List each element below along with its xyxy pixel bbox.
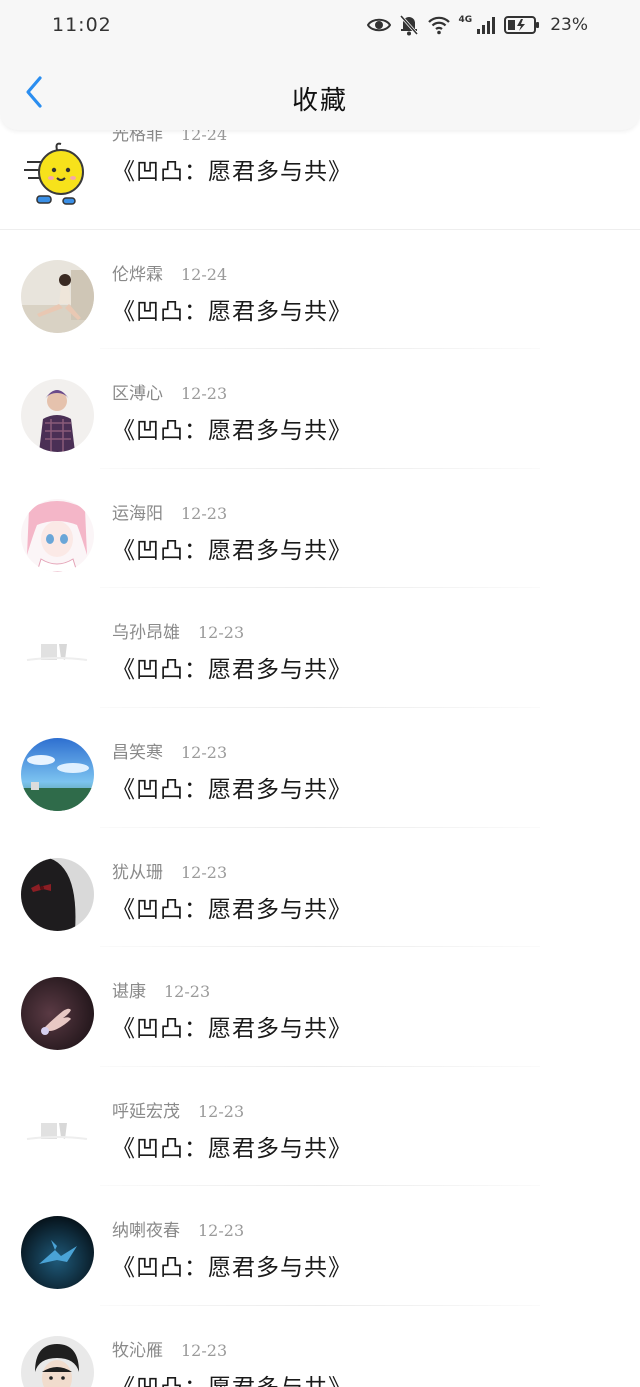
status-icons: 4G 23% xyxy=(366,12,588,38)
item-meta: 运海阳 12-23 xyxy=(112,499,227,524)
item-date: 12-23 xyxy=(181,742,228,762)
item-meta: 纳喇夜春 12-23 xyxy=(112,1216,244,1241)
avatar[interactable] xyxy=(21,857,94,931)
item-title[interactable]: 《凹凸：愿君多与共》 xyxy=(112,890,352,924)
item-title[interactable]: 《凹凸：愿君多与共》 xyxy=(112,1248,352,1282)
item-title[interactable]: 《凹凸：愿君多与共》 xyxy=(112,770,352,804)
item-title[interactable]: 《凹凸：愿君多与共》 xyxy=(112,411,352,445)
item-meta: 谌康 12-23 xyxy=(112,977,210,1002)
list-item[interactable]: 昌笑寒 12-23 《凹凸：愿君多与共》 xyxy=(0,708,640,828)
avatar[interactable] xyxy=(21,259,94,333)
status-time: 11:02 xyxy=(52,14,112,36)
battery-icon xyxy=(504,15,540,35)
list-item[interactable]: 运海阳 12-23 《凹凸：愿君多与共》 xyxy=(0,469,640,589)
list-item[interactable]: 谌康 12-23 《凹凸：愿君多与共》 xyxy=(0,947,640,1067)
author-name: 纳喇夜春 xyxy=(112,1221,180,1242)
item-title[interactable]: 《凹凸：愿君多与共》 xyxy=(112,650,352,684)
signal-icon xyxy=(476,15,496,35)
list-item[interactable]: 纳喇夜春 12-23 《凹凸：愿君多与共》 xyxy=(0,1186,640,1306)
bell-off-icon xyxy=(399,14,419,36)
item-meta: 昌笑寒 12-23 xyxy=(112,738,227,763)
eye-icon xyxy=(366,16,391,34)
item-meta: 乌孙昂雄 12-23 xyxy=(112,618,244,643)
avatar[interactable] xyxy=(21,618,94,692)
author-name: 谌康 xyxy=(112,982,146,1003)
author-name: 区溥心 xyxy=(112,384,163,405)
top-bar: 11:02 4G 23% 收藏 xyxy=(0,0,640,130)
network-type: 4G xyxy=(458,15,473,25)
author-name: 乌孙昂雄 xyxy=(112,623,180,644)
author-name: 伦烨霖 xyxy=(112,264,163,285)
avatar[interactable] xyxy=(21,498,94,572)
avatar[interactable] xyxy=(21,1216,94,1290)
item-meta: 伦烨霖 12-24 xyxy=(112,260,227,285)
avatar[interactable] xyxy=(21,1335,94,1387)
header: 收藏 xyxy=(0,52,640,130)
author-name: 昌笑寒 xyxy=(112,742,163,763)
item-date: 12-23 xyxy=(198,1101,245,1121)
item-date: 12-23 xyxy=(164,982,211,1002)
avatar[interactable] xyxy=(21,140,94,213)
item-date: 12-23 xyxy=(181,384,228,404)
item-date: 12-23 xyxy=(181,503,228,523)
wifi-icon xyxy=(427,15,451,35)
item-meta: 犹从珊 12-23 xyxy=(112,858,227,883)
author-name: 犹从珊 xyxy=(112,862,163,883)
favorites-list: 光格菲 12-24 《凹凸：愿君多与共》 伦烨霖 12-24 《凹凸：愿君多与共》 … xyxy=(0,110,640,1387)
author-name: 运海阳 xyxy=(112,503,163,524)
battery-level: 23% xyxy=(550,15,588,35)
item-date: 12-24 xyxy=(181,264,228,284)
page-title: 收藏 xyxy=(291,86,348,116)
list-item[interactable]: 区溥心 12-23 《凹凸：愿君多与共》 xyxy=(0,349,640,469)
item-title[interactable]: 《凹凸：愿君多与共》 xyxy=(112,1009,352,1043)
item-date: 12-23 xyxy=(181,1340,228,1360)
item-meta: 牧沁雁 12-23 xyxy=(112,1336,227,1361)
avatar[interactable] xyxy=(21,379,94,453)
item-title[interactable]: 《凹凸：愿君多与共》 xyxy=(112,1129,352,1163)
item-date: 12-23 xyxy=(198,1221,245,1241)
item-title[interactable]: 《凹凸：愿君多与共》 xyxy=(112,152,352,186)
favorites-page: 11:02 4G 23% 收藏 光格菲 12-24 《凹凸：愿君多与共》 伦烨霖… xyxy=(0,0,640,1387)
author-name: 呼延宏茂 xyxy=(112,1101,180,1122)
item-title[interactable]: 《凹凸：愿君多与共》 xyxy=(112,1368,352,1387)
list-item[interactable]: 呼延宏茂 12-23 《凹凸：愿君多与共》 xyxy=(0,1067,640,1187)
item-title[interactable]: 《凹凸：愿君多与共》 xyxy=(112,292,352,326)
status-bar: 11:02 4G 23% xyxy=(0,0,640,52)
avatar[interactable] xyxy=(21,1096,94,1170)
avatar[interactable] xyxy=(21,977,94,1051)
list-item[interactable]: 乌孙昂雄 12-23 《凹凸：愿君多与共》 xyxy=(0,588,640,708)
list-item[interactable]: 牧沁雁 12-23 《凹凸：愿君多与共》 xyxy=(0,1306,640,1387)
list-item[interactable]: 伦烨霖 12-24 《凹凸：愿君多与共》 xyxy=(0,230,640,350)
item-date: 12-23 xyxy=(198,623,245,643)
item-meta: 呼延宏茂 12-23 xyxy=(112,1097,244,1122)
author-name: 牧沁雁 xyxy=(112,1340,163,1361)
item-title[interactable]: 《凹凸：愿君多与共》 xyxy=(112,531,352,565)
avatar[interactable] xyxy=(21,737,94,811)
item-date: 12-23 xyxy=(181,862,228,882)
list-item[interactable]: 犹从珊 12-23 《凹凸：愿君多与共》 xyxy=(0,828,640,948)
item-meta: 区溥心 12-23 xyxy=(112,379,227,404)
